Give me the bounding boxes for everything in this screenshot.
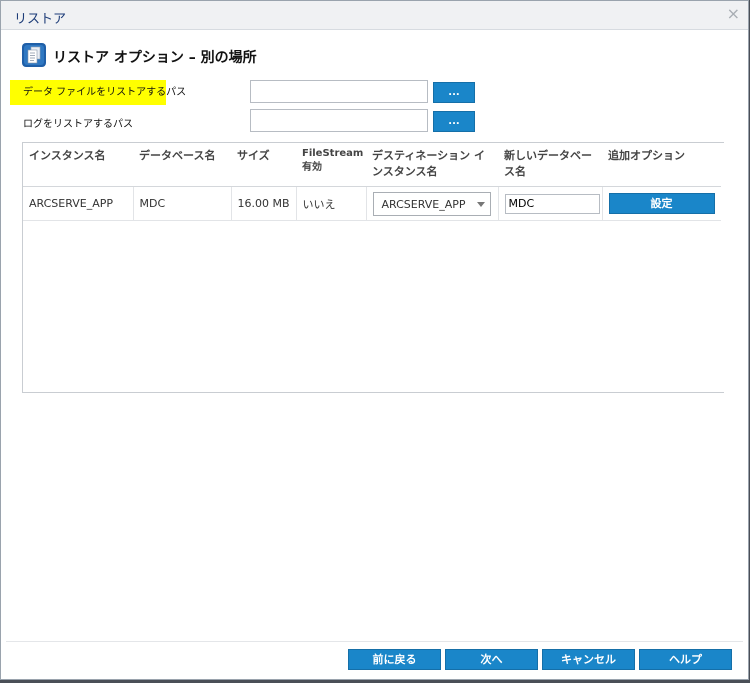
chevron-down-icon[interactable] [476, 201, 485, 207]
cell-options: 設定 [602, 186, 721, 221]
data-path-browse-button[interactable]: ... [433, 82, 475, 103]
column-header-options[interactable]: 追加オプション [602, 143, 721, 187]
cell-filestream: いいえ [296, 186, 367, 221]
table-row[interactable]: ARCSERVE_APP MDC 16.00 MB いいえ ARCSERVE_A… [23, 186, 721, 221]
new-db-name-input[interactable] [504, 193, 600, 214]
cancel-button[interactable]: キャンセル [542, 649, 635, 670]
log-path-browse-button[interactable]: ... [433, 111, 475, 132]
dest-instance-dropdown[interactable]: ARCSERVE_APP [372, 191, 491, 216]
next-button[interactable]: 次へ [445, 649, 538, 670]
title-bar[interactable]: リストア × [1, 1, 748, 30]
cell-database: MDC [133, 186, 232, 221]
cell-new-db-name [498, 186, 603, 221]
help-button[interactable]: ヘルプ [639, 649, 732, 670]
footer-divider [6, 641, 743, 642]
window-title: リストア [14, 12, 67, 27]
page-title: リストア オプション – 別の場所 [53, 50, 257, 66]
column-header-database[interactable]: データベース名 [133, 143, 231, 187]
column-header-dest-instance[interactable]: デスティネーション インスタンス名 [366, 143, 498, 187]
data-path-label: データ ファイルをリストアするパス [10, 80, 186, 105]
column-header-instance[interactable]: インスタンス名 [23, 143, 133, 187]
back-button[interactable]: 前に戻る [348, 649, 441, 670]
database-grid: インスタンス名 データベース名 サイズ FileStream 有効 デスティネー… [22, 142, 724, 393]
column-header-new-db-name[interactable]: 新しいデータベース名 [498, 143, 602, 187]
dest-instance-value: ARCSERVE_APP [381, 197, 466, 211]
log-path-input[interactable] [250, 109, 428, 132]
restore-dialog: リストア × リストア オプション – 別の場所 データ ファイルをリストアする… [0, 0, 749, 680]
close-icon[interactable]: × [727, 4, 740, 23]
settings-button[interactable]: 設定 [608, 193, 715, 214]
cell-dest-instance: ARCSERVE_APP [366, 186, 499, 221]
column-header-filestream[interactable]: FileStream 有効 [296, 143, 366, 187]
column-header-size[interactable]: サイズ [231, 143, 296, 187]
log-path-label: ログをリストアするパス [23, 119, 133, 130]
document-icon [22, 43, 46, 67]
grid-header-row: インスタンス名 データベース名 サイズ FileStream 有効 デスティネー… [23, 143, 721, 187]
cell-size: 16.00 MB [231, 186, 297, 221]
cell-instance: ARCSERVE_APP [23, 186, 134, 221]
data-path-input[interactable] [250, 80, 428, 103]
